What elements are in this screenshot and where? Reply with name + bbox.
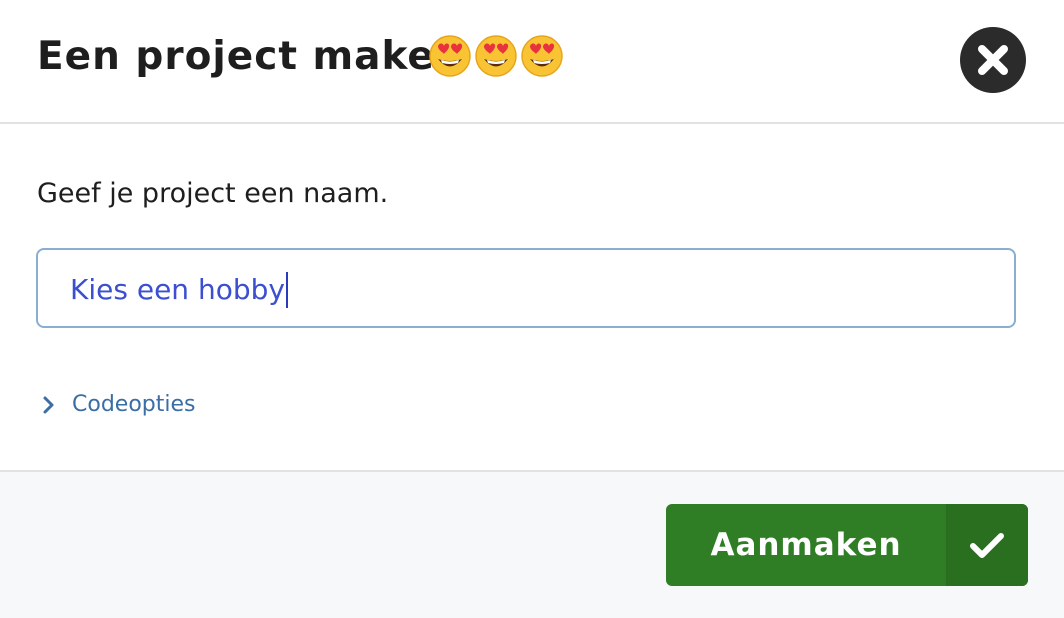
chevron-right-icon [43,396,54,414]
project-name-input[interactable] [70,264,970,314]
code-options-label: Codeopties [72,392,196,417]
create-project-dialog: Een project maken Geef je project een na… [0,0,1064,618]
create-button-check [946,504,1028,586]
create-button[interactable]: Aanmaken [666,504,1028,586]
checkmark-icon [970,533,1004,558]
create-button-label: Aanmaken [710,527,902,563]
dialog-title: Een project maken [37,34,464,79]
code-options-toggle[interactable]: Codeopties [40,388,195,422]
heart-eyes-emoji-icon [521,35,563,77]
project-name-prompt: Geef je project een naam. [37,178,389,209]
close-icon [978,45,1008,75]
close-button[interactable] [960,27,1026,93]
heart-eyes-emoji-icon [475,35,517,77]
title-emoji-group [428,34,564,78]
project-name-field[interactable] [36,248,1016,328]
dialog-header: Een project maken [0,0,1064,124]
heart-eyes-emoji-icon [429,35,471,77]
text-caret [286,272,288,308]
